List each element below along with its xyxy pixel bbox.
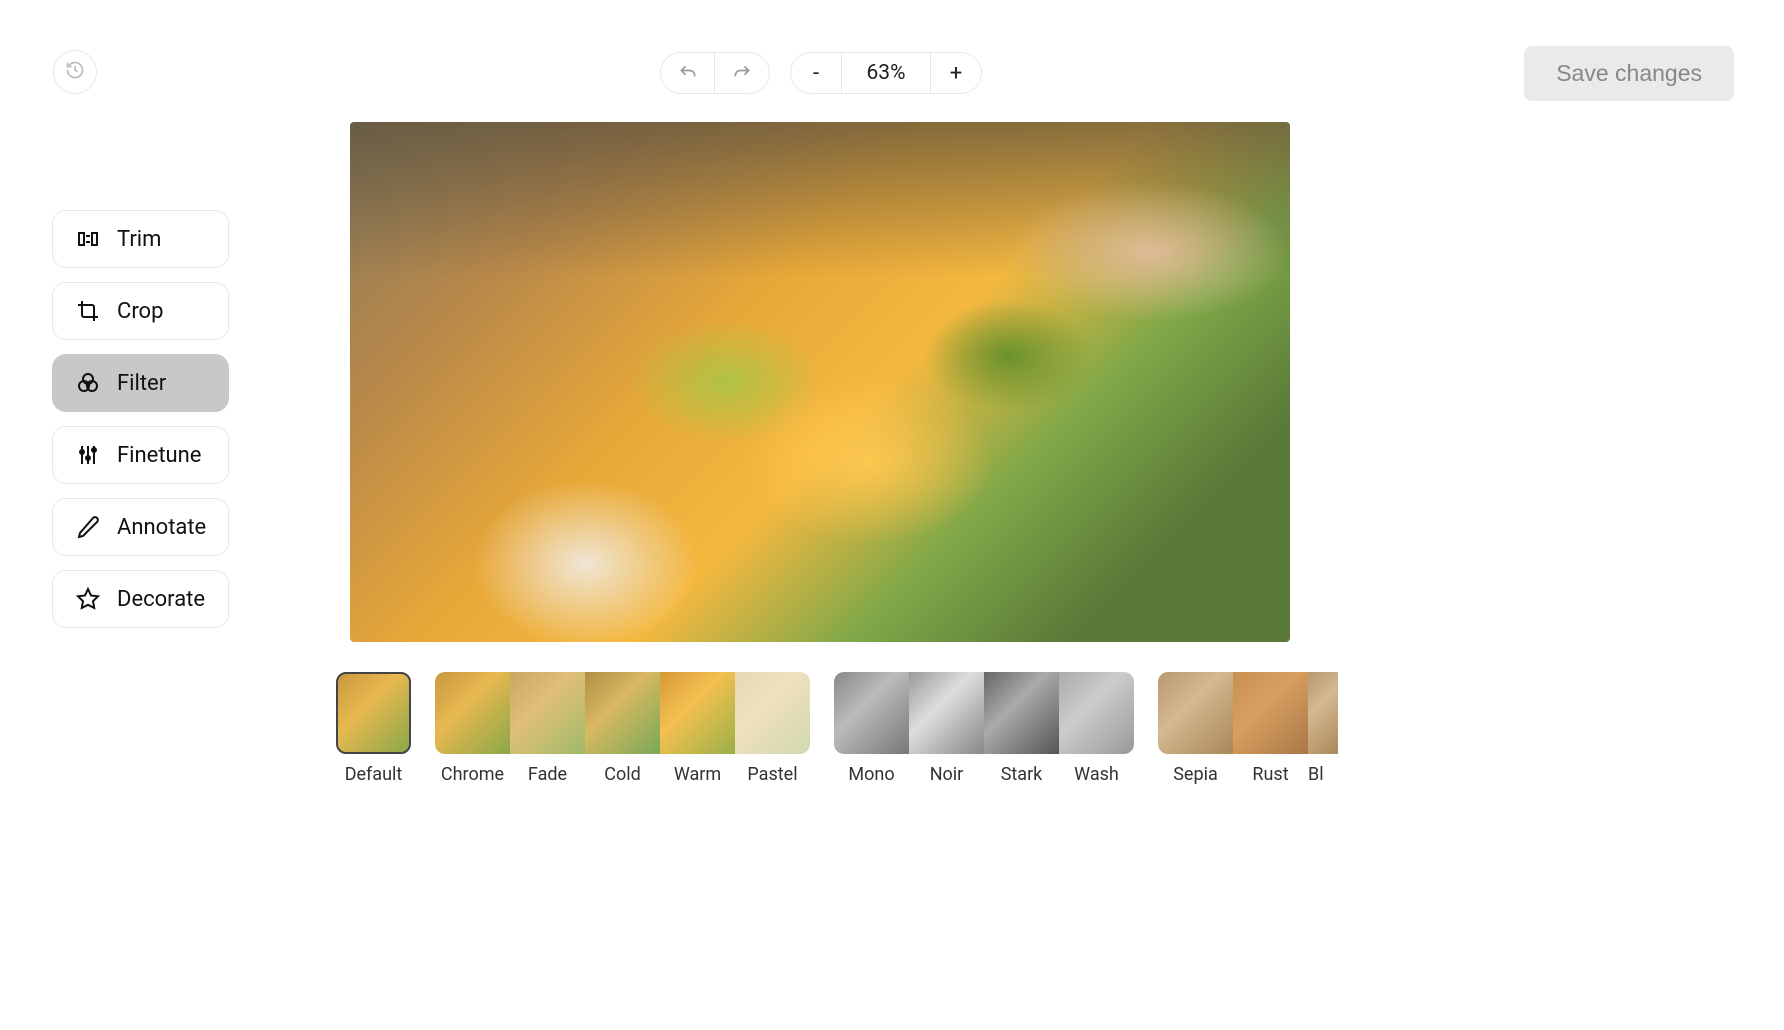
- filter-label: Wash: [1074, 764, 1119, 785]
- filter-overflow[interactable]: Bl: [1308, 672, 1338, 785]
- zoom-value[interactable]: 63%: [841, 53, 931, 93]
- finetune-icon: [75, 442, 101, 468]
- filter-pastel[interactable]: Pastel: [735, 672, 810, 785]
- filter-chrome[interactable]: Chrome: [435, 672, 510, 785]
- filter-thumb: [660, 672, 735, 754]
- filter-default[interactable]: Default: [336, 672, 411, 785]
- sidebar-item-finetune[interactable]: Finetune: [52, 426, 229, 484]
- sidebar-item-filter[interactable]: Filter: [52, 354, 229, 412]
- filter-stark[interactable]: Stark: [984, 672, 1059, 785]
- filter-label: Default: [345, 764, 403, 785]
- history-button[interactable]: [53, 50, 97, 94]
- filter-label: Cold: [604, 764, 641, 785]
- sidebar-item-crop[interactable]: Crop: [52, 282, 229, 340]
- filter-thumb: [1233, 672, 1308, 754]
- filter-group-vintage: Sepia Rust Bl: [1158, 672, 1338, 785]
- decorate-icon: [75, 586, 101, 612]
- canvas-preview[interactable]: [350, 122, 1290, 642]
- filter-thumb: [510, 672, 585, 754]
- filter-group-mono: Mono Noir Stark Wash: [834, 672, 1134, 785]
- filter-label: Noir: [930, 764, 964, 785]
- filter-rust[interactable]: Rust: [1233, 672, 1308, 785]
- sidebar-item-label: Crop: [117, 299, 163, 324]
- filter-fade[interactable]: Fade: [510, 672, 585, 785]
- filter-noir[interactable]: Noir: [909, 672, 984, 785]
- filter-thumb: [585, 672, 660, 754]
- filter-sepia[interactable]: Sepia: [1158, 672, 1233, 785]
- filter-wash[interactable]: Wash: [1059, 672, 1134, 785]
- filter-label: Bl: [1308, 764, 1338, 785]
- filter-label: Rust: [1252, 764, 1288, 785]
- filter-thumb: [834, 672, 909, 754]
- sidebar-item-label: Trim: [117, 227, 161, 252]
- filter-thumb: [336, 672, 411, 754]
- filter-label: Mono: [848, 764, 894, 785]
- filter-group-color: Chrome Fade Cold Warm Pastel: [435, 672, 810, 785]
- filter-mono[interactable]: Mono: [834, 672, 909, 785]
- sidebar: Trim Crop Filter: [52, 210, 229, 628]
- redo-button[interactable]: [715, 53, 769, 93]
- sidebar-item-label: Decorate: [117, 587, 205, 612]
- filter-thumb: [909, 672, 984, 754]
- filter-label: Stark: [1001, 764, 1043, 785]
- filter-thumb: [1158, 672, 1233, 754]
- filter-label: Sepia: [1173, 764, 1218, 785]
- filter-cold[interactable]: Cold: [585, 672, 660, 785]
- undo-button[interactable]: [661, 53, 715, 93]
- history-icon: [65, 60, 85, 84]
- sidebar-item-annotate[interactable]: Annotate: [52, 498, 229, 556]
- save-button[interactable]: Save changes: [1524, 46, 1734, 101]
- filter-label: Chrome: [441, 764, 504, 785]
- zoom-out-button[interactable]: -: [791, 53, 841, 93]
- sidebar-item-decorate[interactable]: Decorate: [52, 570, 229, 628]
- filter-thumb: [435, 672, 510, 754]
- sidebar-item-label: Finetune: [117, 443, 201, 468]
- filter-thumb: [1308, 672, 1338, 754]
- sidebar-item-label: Annotate: [117, 515, 206, 540]
- crop-icon: [75, 298, 101, 324]
- zoom-in-button[interactable]: +: [931, 53, 981, 93]
- filter-label: Pastel: [747, 764, 797, 785]
- zoom-group: - 63% +: [790, 52, 982, 94]
- sidebar-item-label: Filter: [117, 371, 166, 396]
- filter-thumb: [984, 672, 1059, 754]
- annotate-icon: [75, 514, 101, 540]
- filter-label: Warm: [674, 764, 721, 785]
- sidebar-item-trim[interactable]: Trim: [52, 210, 229, 268]
- filter-warm[interactable]: Warm: [660, 672, 735, 785]
- filter-icon: [75, 370, 101, 396]
- trim-icon: [75, 226, 101, 252]
- filter-thumb: [735, 672, 810, 754]
- filter-strip: Default Chrome Fade Cold Warm Pastel Mon…: [336, 672, 1338, 785]
- filter-thumb: [1059, 672, 1134, 754]
- filter-label: Fade: [528, 764, 567, 785]
- undo-redo-group: [660, 52, 770, 94]
